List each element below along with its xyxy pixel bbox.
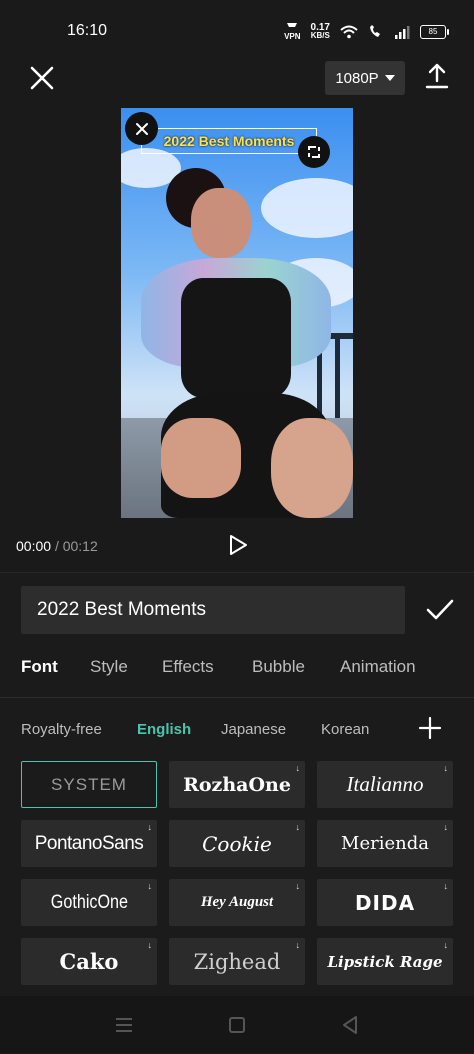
play-button[interactable] — [226, 533, 250, 557]
category-english[interactable]: English — [137, 721, 191, 738]
figure-leg — [271, 418, 353, 518]
text-input-container — [21, 586, 405, 634]
tab-bubble[interactable]: Bubble — [252, 657, 305, 677]
category-royalty-free[interactable]: Royalty-free — [21, 721, 102, 738]
current-time: 00:00 — [16, 538, 52, 554]
font-name: DIDA — [354, 890, 416, 915]
text-overlay-box[interactable]: 2022 Best Moments — [141, 128, 317, 154]
download-icon: ↓ — [443, 763, 449, 773]
download-icon: ↓ — [443, 822, 449, 832]
rotate-icon — [308, 146, 320, 158]
wifi-calling-icon — [370, 24, 380, 37]
vpn-label: VPN — [284, 32, 301, 41]
export-button[interactable] — [424, 62, 450, 90]
tab-style[interactable]: Style — [90, 657, 128, 677]
font-name: Merienda — [341, 833, 429, 854]
font-tile-pontanosans[interactable]: PontanoSans ↓ — [21, 820, 157, 867]
figure-hand — [161, 418, 241, 498]
overlay-text: 2022 Best Moments — [163, 133, 295, 149]
download-icon: ↓ — [295, 940, 301, 950]
font-name: RozhaOne — [183, 773, 291, 796]
resolution-dropdown[interactable]: 1080P — [325, 61, 405, 95]
video-preview[interactable] — [121, 108, 353, 518]
download-icon: ↓ — [295, 822, 301, 832]
figure-harness — [181, 278, 291, 398]
close-editor-button[interactable] — [26, 62, 58, 94]
nav-home-button[interactable] — [226, 1014, 248, 1036]
font-tile-italianno[interactable]: Italianno ↓ — [317, 761, 453, 808]
vpn-indicator: VPN — [284, 22, 301, 41]
font-name: Lipstick Rage — [327, 952, 443, 971]
font-tile-cookie[interactable]: Cookie ↓ — [169, 820, 305, 867]
close-icon — [135, 122, 148, 135]
download-icon: ↓ — [295, 881, 301, 891]
font-tile-gothicone[interactable]: GothicOne ↓ — [21, 879, 157, 926]
font-tile-cako[interactable]: Cako ↓ — [21, 938, 157, 985]
font-name: Cako — [59, 949, 119, 974]
battery-icon: 85 — [420, 24, 449, 39]
font-tile-zighead[interactable]: Zighead ↓ — [169, 938, 305, 985]
tabs-divider — [0, 697, 474, 698]
category-japanese[interactable]: Japanese — [221, 721, 286, 738]
caret-down-icon — [384, 75, 395, 81]
font-tile-system[interactable]: SYSTEM — [21, 761, 157, 808]
resolution-label: 1080P — [335, 69, 379, 87]
figure-face — [191, 188, 251, 258]
confirm-button[interactable] — [424, 596, 456, 624]
battery-level: 85 — [428, 26, 438, 36]
overlay-delete-button[interactable] — [125, 112, 158, 145]
tab-effects[interactable]: Effects — [162, 657, 214, 677]
nav-back-button[interactable] — [339, 1014, 361, 1036]
font-name: Hey August — [200, 894, 274, 910]
download-icon: ↓ — [147, 881, 153, 891]
overlay-scale-rotate-button[interactable] — [298, 136, 330, 168]
vpn-key-icon — [287, 23, 298, 27]
font-name: Zighead — [193, 949, 281, 974]
playback-time: 00:00 / 00:12 — [16, 538, 98, 554]
status-time: 16:10 — [67, 22, 108, 39]
download-icon: ↓ — [147, 822, 153, 832]
font-name: GothicOne — [50, 891, 128, 913]
download-icon: ↓ — [443, 940, 449, 950]
time-separator: / — [54, 538, 59, 554]
font-name: Cookie — [202, 831, 272, 856]
add-font-button[interactable] — [418, 716, 442, 740]
font-name: PontanoSans — [34, 832, 144, 854]
speed-unit: KB/S — [310, 30, 330, 40]
download-icon: ↓ — [443, 881, 449, 891]
font-tile-hey-august[interactable]: Hey August ↓ — [169, 879, 305, 926]
font-tile-dida[interactable]: DIDA ↓ — [317, 879, 453, 926]
tab-font[interactable]: Font — [21, 657, 58, 677]
font-name: Italianno — [346, 772, 424, 796]
total-time: 00:12 — [62, 538, 98, 554]
signal-icon — [395, 25, 410, 39]
font-tile-merienda[interactable]: Merienda ↓ — [317, 820, 453, 867]
nav-menu-button[interactable] — [113, 1014, 135, 1036]
font-tile-lipstick-rage[interactable]: Lipstick Rage ↓ — [317, 938, 453, 985]
category-korean[interactable]: Korean — [321, 721, 369, 738]
text-input[interactable] — [21, 586, 405, 634]
download-icon: ↓ — [295, 763, 301, 773]
wifi-icon — [340, 25, 358, 38]
tab-animation[interactable]: Animation — [340, 657, 416, 677]
font-tile-rozhaone[interactable]: RozhaOne ↓ — [169, 761, 305, 808]
status-icons: VPN 0.17 KB/S 85 — [284, 22, 449, 41]
font-name: SYSTEM — [51, 774, 127, 794]
network-speed: 0.17 KB/S — [310, 22, 330, 40]
download-icon: ↓ — [147, 940, 153, 950]
